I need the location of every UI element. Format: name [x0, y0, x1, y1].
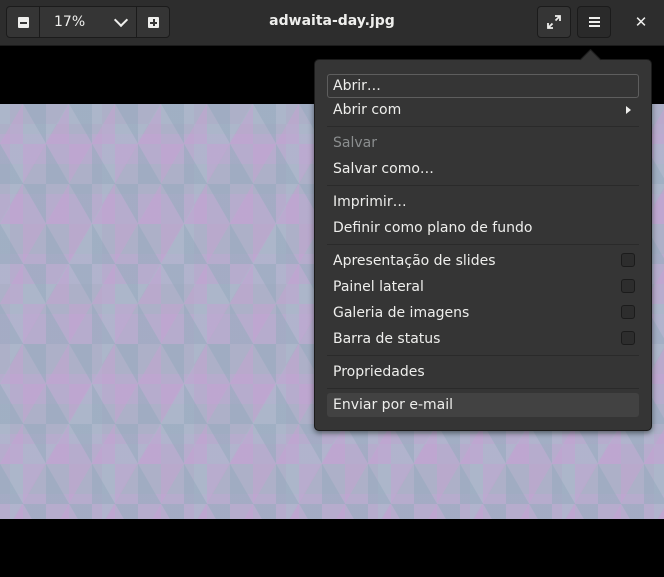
- menu-separator: [327, 388, 639, 389]
- menu-item-slideshow[interactable]: Apresentação de slides: [327, 249, 639, 273]
- menu-item-image-gallery-label: Galeria de imagens: [333, 305, 470, 321]
- close-icon: ✕: [634, 13, 648, 31]
- submenu-arrow-icon: [626, 106, 631, 114]
- menu-separator: [327, 244, 639, 245]
- menu-item-save-as[interactable]: Salvar como…: [327, 157, 639, 181]
- menu-item-status-bar-label: Barra de status: [333, 331, 441, 347]
- main-menu-popover: Abrir… Abrir com Salvar Salvar como… Imp…: [314, 59, 652, 431]
- menu-item-image-gallery[interactable]: Galeria de imagens: [327, 301, 639, 325]
- fullscreen-icon: [547, 15, 561, 29]
- side-pane-checkbox[interactable]: [621, 279, 635, 293]
- menu-item-open[interactable]: Abrir…: [327, 74, 639, 98]
- fullscreen-button[interactable]: [537, 6, 571, 38]
- menu-item-side-pane[interactable]: Painel lateral: [327, 275, 639, 299]
- menu-item-send-email-label: Enviar por e-mail: [333, 397, 453, 413]
- close-button[interactable]: ✕: [624, 6, 658, 38]
- menu-item-status-bar[interactable]: Barra de status: [327, 327, 639, 351]
- menu-separator: [327, 126, 639, 127]
- header-bar: 17% adwaita-day.jpg ✕: [0, 0, 664, 46]
- menu-item-open-with[interactable]: Abrir com: [327, 98, 639, 122]
- menu-item-properties[interactable]: Propriedades: [327, 360, 639, 384]
- menu-item-send-email[interactable]: Enviar por e-mail: [327, 393, 639, 417]
- menu-item-save-label: Salvar: [333, 135, 377, 151]
- menu-item-print[interactable]: Imprimir…: [327, 190, 639, 214]
- hamburger-menu-icon: [588, 21, 600, 23]
- menu-item-set-background-label: Definir como plano de fundo: [333, 220, 533, 236]
- menu-item-open-label: Abrir…: [333, 78, 381, 94]
- image-gallery-checkbox[interactable]: [621, 305, 635, 319]
- menu-item-properties-label: Propriedades: [333, 364, 425, 380]
- menu-item-set-background[interactable]: Definir como plano de fundo: [327, 216, 639, 240]
- menu-separator: [327, 185, 639, 186]
- menu-item-print-label: Imprimir…: [333, 194, 407, 210]
- menu-button[interactable]: [577, 6, 611, 38]
- menu-item-save: Salvar: [327, 131, 639, 155]
- menu-item-side-pane-label: Painel lateral: [333, 279, 424, 295]
- menu-item-open-with-label: Abrir com: [333, 102, 402, 118]
- menu-item-slideshow-label: Apresentação de slides: [333, 253, 496, 269]
- status-bar-checkbox[interactable]: [621, 331, 635, 345]
- menu-separator: [327, 355, 639, 356]
- slideshow-checkbox[interactable]: [621, 253, 635, 267]
- menu-item-save-as-label: Salvar como…: [333, 161, 434, 177]
